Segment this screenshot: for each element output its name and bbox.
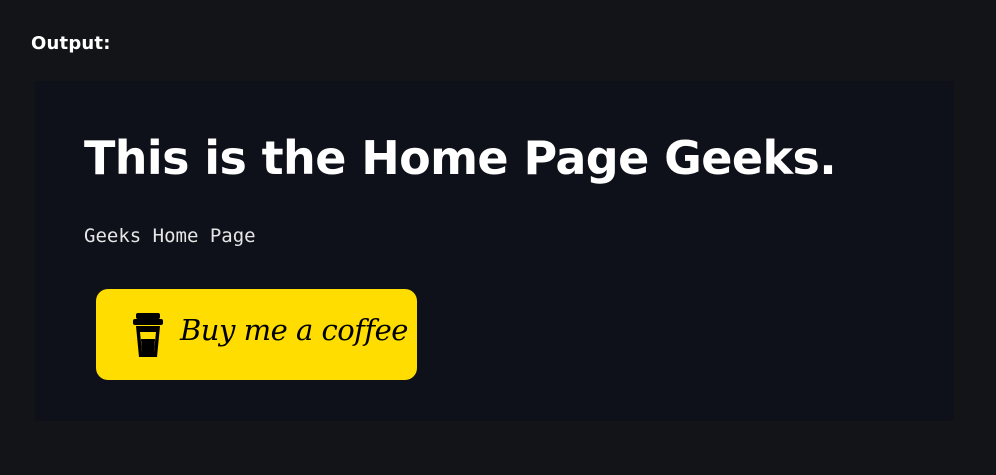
page-title: This is the Home Page Geeks. — [84, 131, 837, 185]
coffee-cup-icon — [133, 313, 163, 357]
preview-panel: This is the Home Page Geeks. Geeks Home … — [35, 81, 954, 421]
coffee-button-label: Buy me a coffee — [180, 313, 408, 347]
page-subtext: Geeks Home Page — [84, 225, 256, 247]
output-label: Output: — [31, 33, 111, 54]
buy-me-a-coffee-button[interactable]: Buy me a coffee — [96, 289, 417, 380]
